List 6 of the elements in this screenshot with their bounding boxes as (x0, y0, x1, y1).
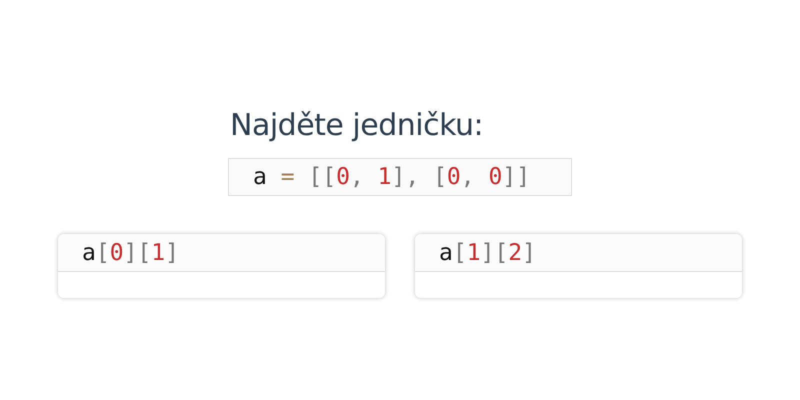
code-expression: a[1][2] (439, 238, 536, 268)
answer-card[interactable]: a[0][1] (58, 234, 385, 298)
question-title: Najděte jedničku: (230, 107, 484, 145)
answer-card[interactable]: a[1][2] (415, 234, 742, 298)
code-snippet: a = [[0, 1], [0, 0]] (228, 158, 572, 196)
code-expression: a[0][1] (82, 238, 179, 268)
